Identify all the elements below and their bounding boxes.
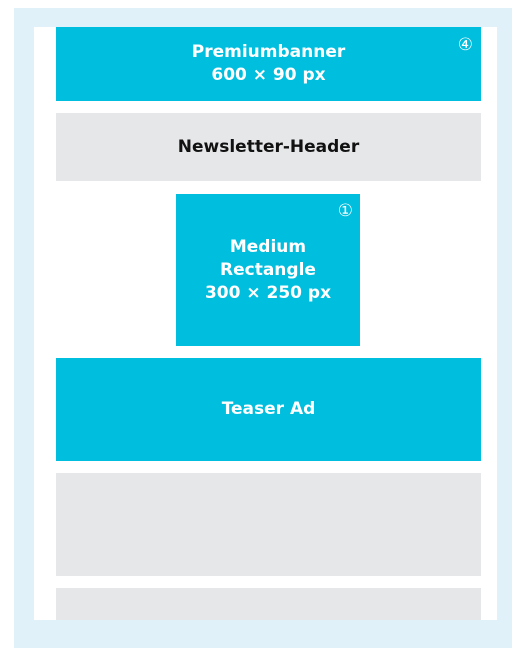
slot-number-badge-1: ①	[337, 201, 353, 221]
content-placeholder-1	[56, 473, 481, 576]
medium-rectangle-title-line-2: Rectangle	[220, 259, 316, 280]
newsletter-header-slot: Newsletter-Header	[56, 113, 481, 181]
content-placeholder-2	[56, 588, 481, 620]
medium-rectangle-title-line-1: Medium	[229, 236, 307, 257]
teaser-ad-label: Teaser Ad	[221, 399, 316, 419]
teaser-ad-slot: Teaser Ad	[56, 358, 481, 461]
premiumbanner-title: Premiumbanner	[191, 42, 346, 62]
medium-rectangle-label: Medium Rectangle 300 × 250 px	[205, 236, 331, 305]
premiumbanner-label: Premiumbanner 600 × 90 px	[192, 41, 346, 87]
slot-number-badge-4: ④	[457, 35, 473, 55]
medium-rectangle-size: 300 × 250 px	[204, 282, 332, 303]
newsletter-header-label: Newsletter-Header	[177, 136, 360, 157]
premiumbanner-size: 600 × 90 px	[211, 65, 326, 85]
medium-rectangle-slot: Medium Rectangle 300 × 250 px ①	[176, 194, 360, 346]
premiumbanner-slot: Premiumbanner 600 × 90 px ④	[56, 27, 481, 101]
